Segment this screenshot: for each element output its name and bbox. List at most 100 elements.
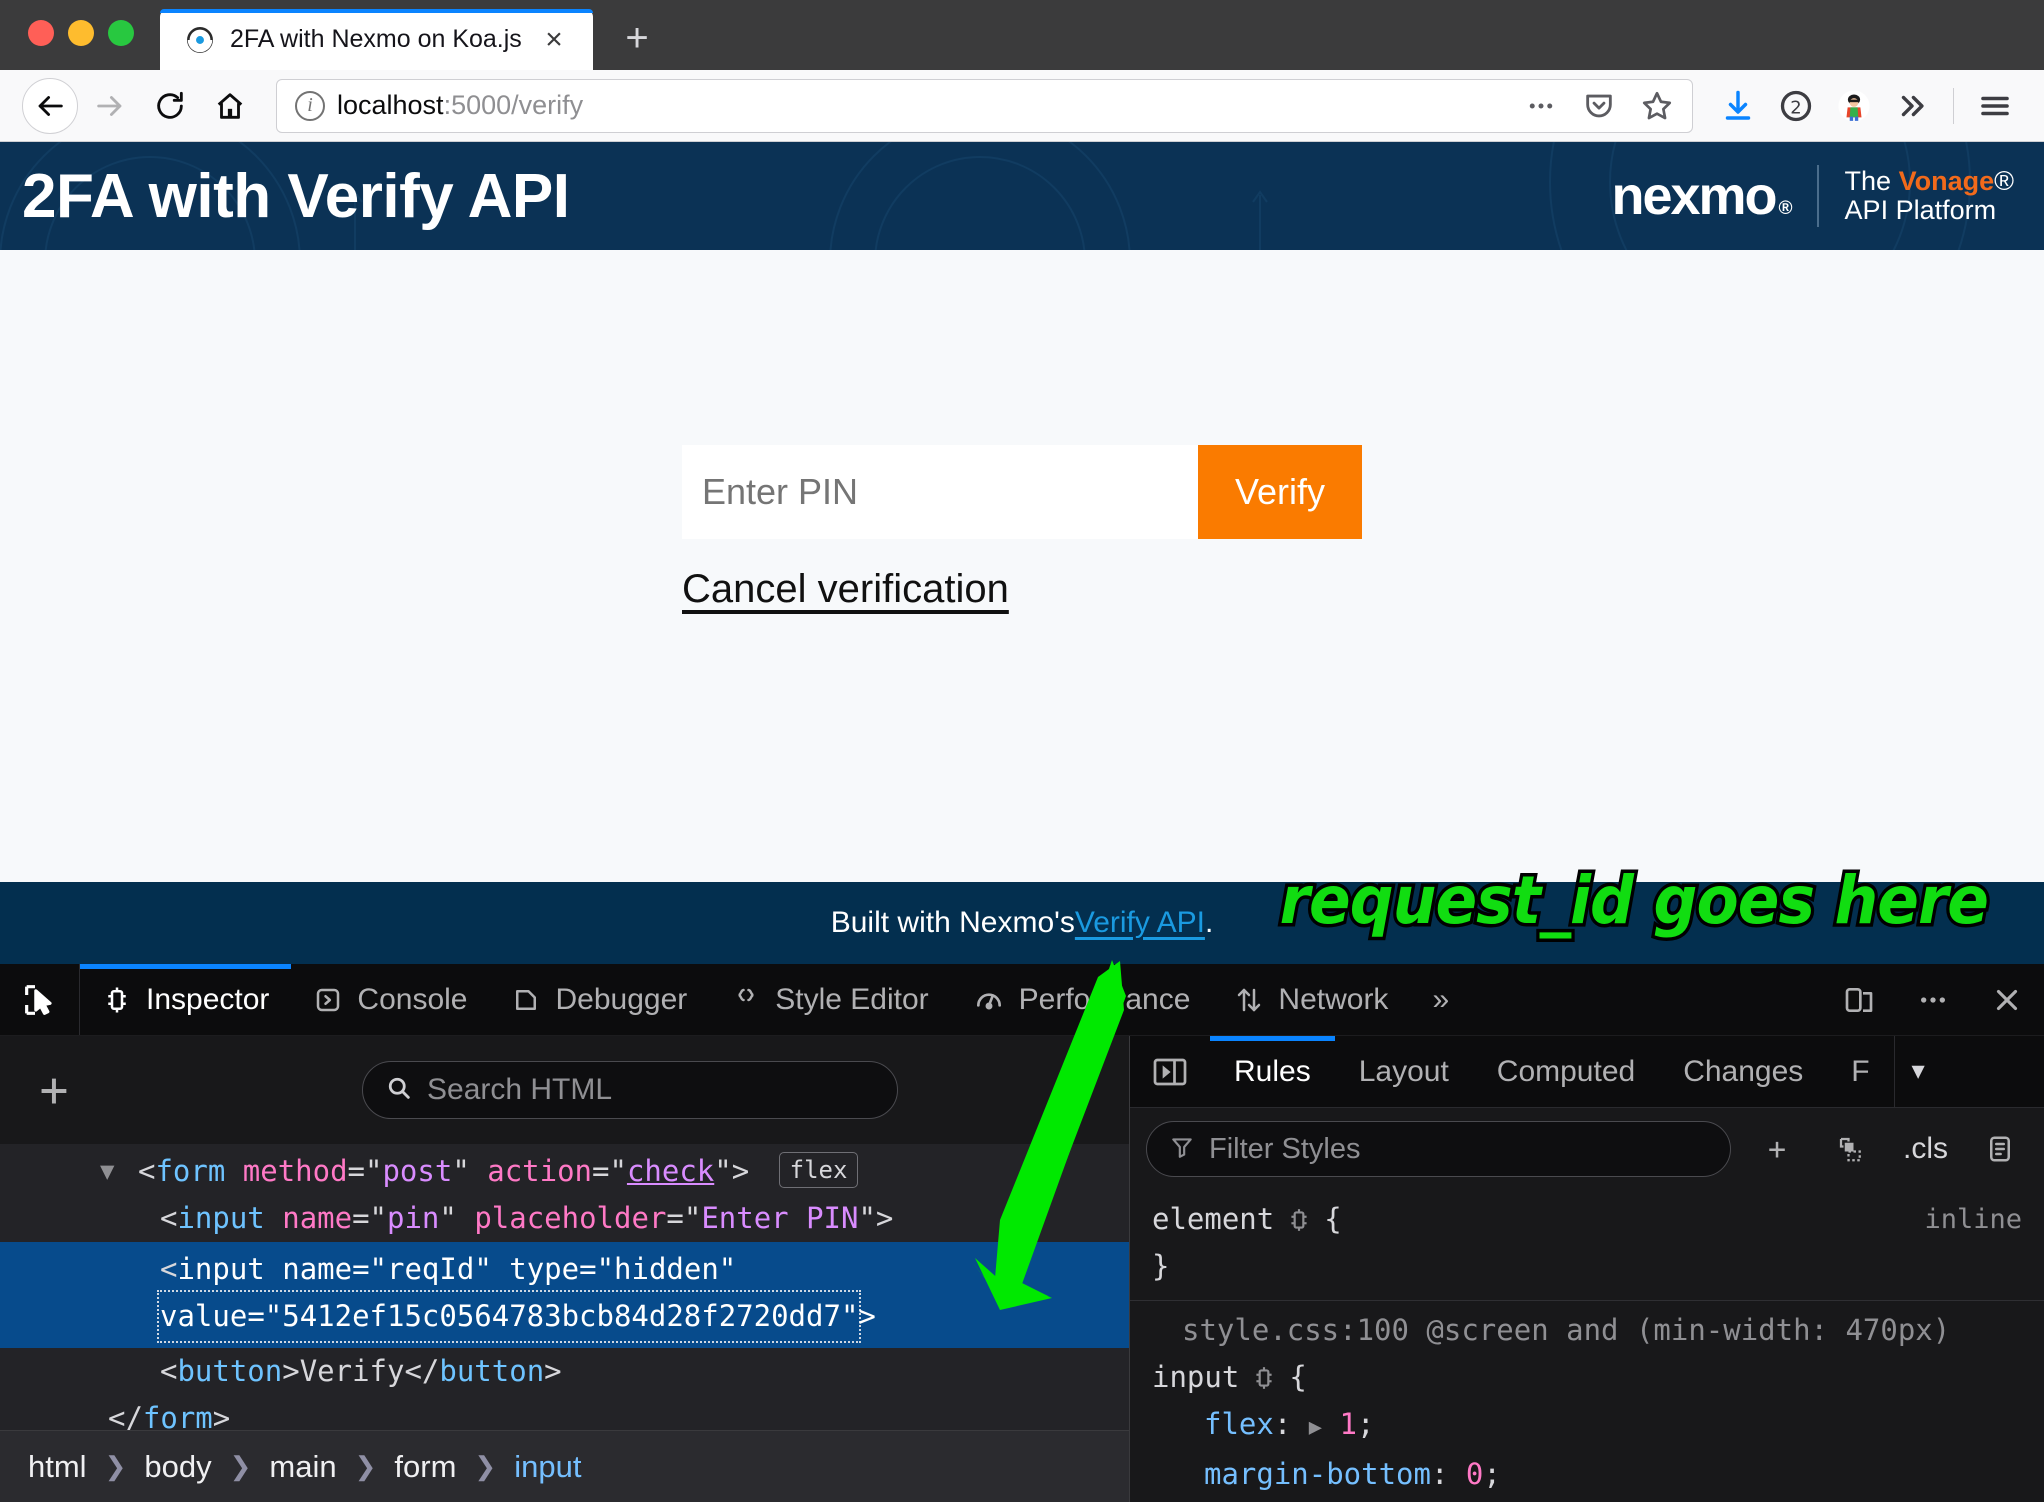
add-rule-icon[interactable]: + — [1749, 1132, 1805, 1167]
responsive-design-mode-icon[interactable] — [1822, 964, 1896, 1035]
rule-block-element: element { inline } — [1130, 1190, 2044, 1301]
close-devtools-icon[interactable] — [1970, 964, 2044, 1035]
breadcrumb-html[interactable]: html — [28, 1449, 87, 1485]
tab-computed[interactable]: Computed — [1473, 1036, 1659, 1107]
new-tab-button[interactable]: + — [609, 10, 665, 66]
dom-request-id-value[interactable]: 5412ef15c0564783bcb84d28f2720dd7 — [282, 1299, 841, 1333]
performance-icon — [973, 984, 1005, 1016]
toggle-sidebar-icon[interactable] — [1130, 1036, 1210, 1107]
dom-tree[interactable]: ▼ <form method="post" action="check"> fle… — [0, 1144, 1129, 1430]
devtools-tabs-overflow[interactable]: » — [1410, 964, 1471, 1035]
dom-row-form-check[interactable]: ▼ <form method="post" action="check"> fle… — [0, 1148, 1129, 1195]
dom-button-text: Verify — [299, 1354, 405, 1388]
declaration-margin-bottom-prop[interactable]: margin-bottom — [1204, 1457, 1431, 1491]
avatar-icon[interactable] — [1827, 79, 1881, 133]
inspect-rule-icon[interactable] — [1251, 1365, 1277, 1391]
rule-open-brace-element: { — [1324, 1202, 1342, 1236]
cancel-verification-link[interactable]: Cancel verification — [682, 567, 1009, 612]
tab-performance[interactable]: Performance — [951, 964, 1213, 1035]
dom-attr-method-value: post — [382, 1154, 453, 1188]
page-actions-icon[interactable] — [1518, 83, 1564, 129]
pin-input[interactable] — [682, 445, 1198, 539]
dom-row-button-verify[interactable]: <button>Verify</button> — [0, 1348, 1129, 1395]
pocket-icon[interactable] — [1576, 83, 1622, 129]
svg-text:2: 2 — [1790, 97, 1801, 118]
rule-source-element[interactable]: inline — [1924, 1196, 2022, 1243]
search-html-input[interactable]: Search HTML — [362, 1061, 898, 1119]
print-styles-icon[interactable] — [1972, 1134, 2028, 1164]
dom-row-input-reqid-selected[interactable]: <input name="reqId" type="hidden" value=… — [0, 1242, 1129, 1348]
inspect-rule-icon[interactable] — [1286, 1207, 1312, 1233]
breadcrumb-form[interactable]: form — [394, 1449, 456, 1485]
console-icon — [313, 985, 343, 1015]
window-controls[interactable] — [0, 20, 156, 70]
dom-attr-name: name — [282, 1201, 353, 1235]
maximize-window-button[interactable] — [108, 20, 134, 46]
filter-styles-input[interactable]: Filter Styles — [1146, 1121, 1731, 1177]
dom-attr-action-value[interactable]: check — [627, 1154, 714, 1188]
toolbar-divider — [1953, 87, 1954, 124]
toggle-pseudo-class-icon[interactable] — [1823, 1134, 1879, 1164]
rule-media-source-input[interactable]: style.css:100 @screen and (min-width: 47… — [1130, 1307, 2044, 1354]
tab-style-editor[interactable]: Style Editor — [709, 964, 950, 1035]
overflow-icon[interactable] — [1885, 79, 1939, 133]
inspector-markup-pane: + Search HTML ▼ <form method="post" actio… — [0, 1036, 1130, 1502]
dom-tag-input-pin: input — [177, 1201, 265, 1235]
app-menu-icon[interactable] — [1968, 79, 2022, 133]
devtools-settings-icon[interactable] — [1896, 964, 1970, 1035]
bookmark-star-icon[interactable] — [1634, 83, 1680, 129]
markup-search-row: + Search HTML — [0, 1036, 1129, 1144]
tab-changes[interactable]: Changes — [1659, 1036, 1827, 1107]
expand-shorthand-icon[interactable]: ▶ — [1309, 1415, 1322, 1440]
rule-element-header: element { inline — [1130, 1196, 2044, 1243]
dom-close-form-tag: form — [142, 1401, 213, 1430]
rule-selector-element[interactable]: element — [1152, 1196, 1274, 1243]
declaration-flex-prop[interactable]: flex — [1204, 1407, 1274, 1441]
address-bar-text: localhost:5000/verify — [337, 90, 1506, 121]
home-button[interactable] — [202, 78, 258, 134]
container-icon[interactable]: 2 — [1769, 79, 1823, 133]
tab-network[interactable]: Network — [1212, 964, 1410, 1035]
tab-rules[interactable]: Rules — [1210, 1036, 1335, 1107]
back-button[interactable] — [22, 77, 78, 134]
tab-debugger[interactable]: Debugger — [489, 964, 709, 1035]
tab-console[interactable]: Console — [291, 964, 489, 1035]
declaration-margin-bottom[interactable]: margin-bottom: 0; — [1130, 1451, 2044, 1498]
cls-toggle-button[interactable]: .cls — [1897, 1132, 1954, 1166]
chevron-right-icon: ❯ — [229, 1451, 252, 1481]
browser-tab[interactable]: 2FA with Nexmo on Koa.js × — [160, 9, 593, 70]
breadcrumb-body[interactable]: body — [144, 1449, 211, 1485]
tab-layout[interactable]: Layout — [1335, 1036, 1473, 1107]
verify-button[interactable]: Verify — [1198, 445, 1362, 539]
add-node-button[interactable]: + — [24, 1060, 84, 1120]
dom-attr-reqid-name: name — [282, 1252, 353, 1286]
close-window-button[interactable] — [28, 20, 54, 46]
dom-attr-reqid-name-value: reqId — [387, 1252, 475, 1286]
dom-row-input-pin[interactable]: <input name="pin" placeholder="Enter PIN… — [0, 1195, 1129, 1242]
site-information-icon[interactable]: i — [295, 90, 325, 121]
verify-api-link[interactable]: Verify API — [1075, 906, 1205, 940]
rules-tabs-overflow-icon[interactable]: ▼ — [1893, 1036, 1942, 1107]
tagline-reg: ® — [1994, 165, 2014, 196]
rule-close-brace-input: } — [1130, 1498, 2044, 1502]
rule-selector-input[interactable]: input — [1152, 1354, 1239, 1401]
address-bar[interactable]: i localhost:5000/verify — [276, 78, 1693, 133]
debugger-icon — [511, 985, 541, 1015]
twisty-expanded-icon[interactable]: ▼ — [100, 1148, 114, 1195]
minimize-window-button[interactable] — [68, 20, 94, 46]
tab-fonts-clipped[interactable]: F — [1827, 1036, 1893, 1107]
devtools-toolbar: Inspector Console Debugger Style Editor … — [0, 964, 2044, 1036]
reload-button[interactable] — [142, 78, 198, 134]
declaration-flex[interactable]: flex: ▶ 1; — [1130, 1401, 2044, 1451]
element-picker-icon[interactable] — [0, 964, 80, 1035]
declaration-flex-value[interactable]: 1 — [1339, 1407, 1356, 1441]
tab-inspector[interactable]: Inspector — [80, 964, 292, 1035]
rule-open-brace-input: { — [1289, 1360, 1307, 1394]
breadcrumb-input[interactable]: input — [514, 1449, 581, 1485]
downloads-icon[interactable] — [1711, 79, 1765, 133]
declaration-margin-bottom-value[interactable]: 0 — [1466, 1457, 1483, 1491]
css-rules-list[interactable]: element { inline } style.css:100 @screen… — [1130, 1190, 2044, 1502]
flex-badge[interactable]: flex — [778, 1152, 859, 1188]
close-tab-button[interactable]: × — [537, 23, 571, 57]
breadcrumb-main[interactable]: main — [269, 1449, 336, 1485]
